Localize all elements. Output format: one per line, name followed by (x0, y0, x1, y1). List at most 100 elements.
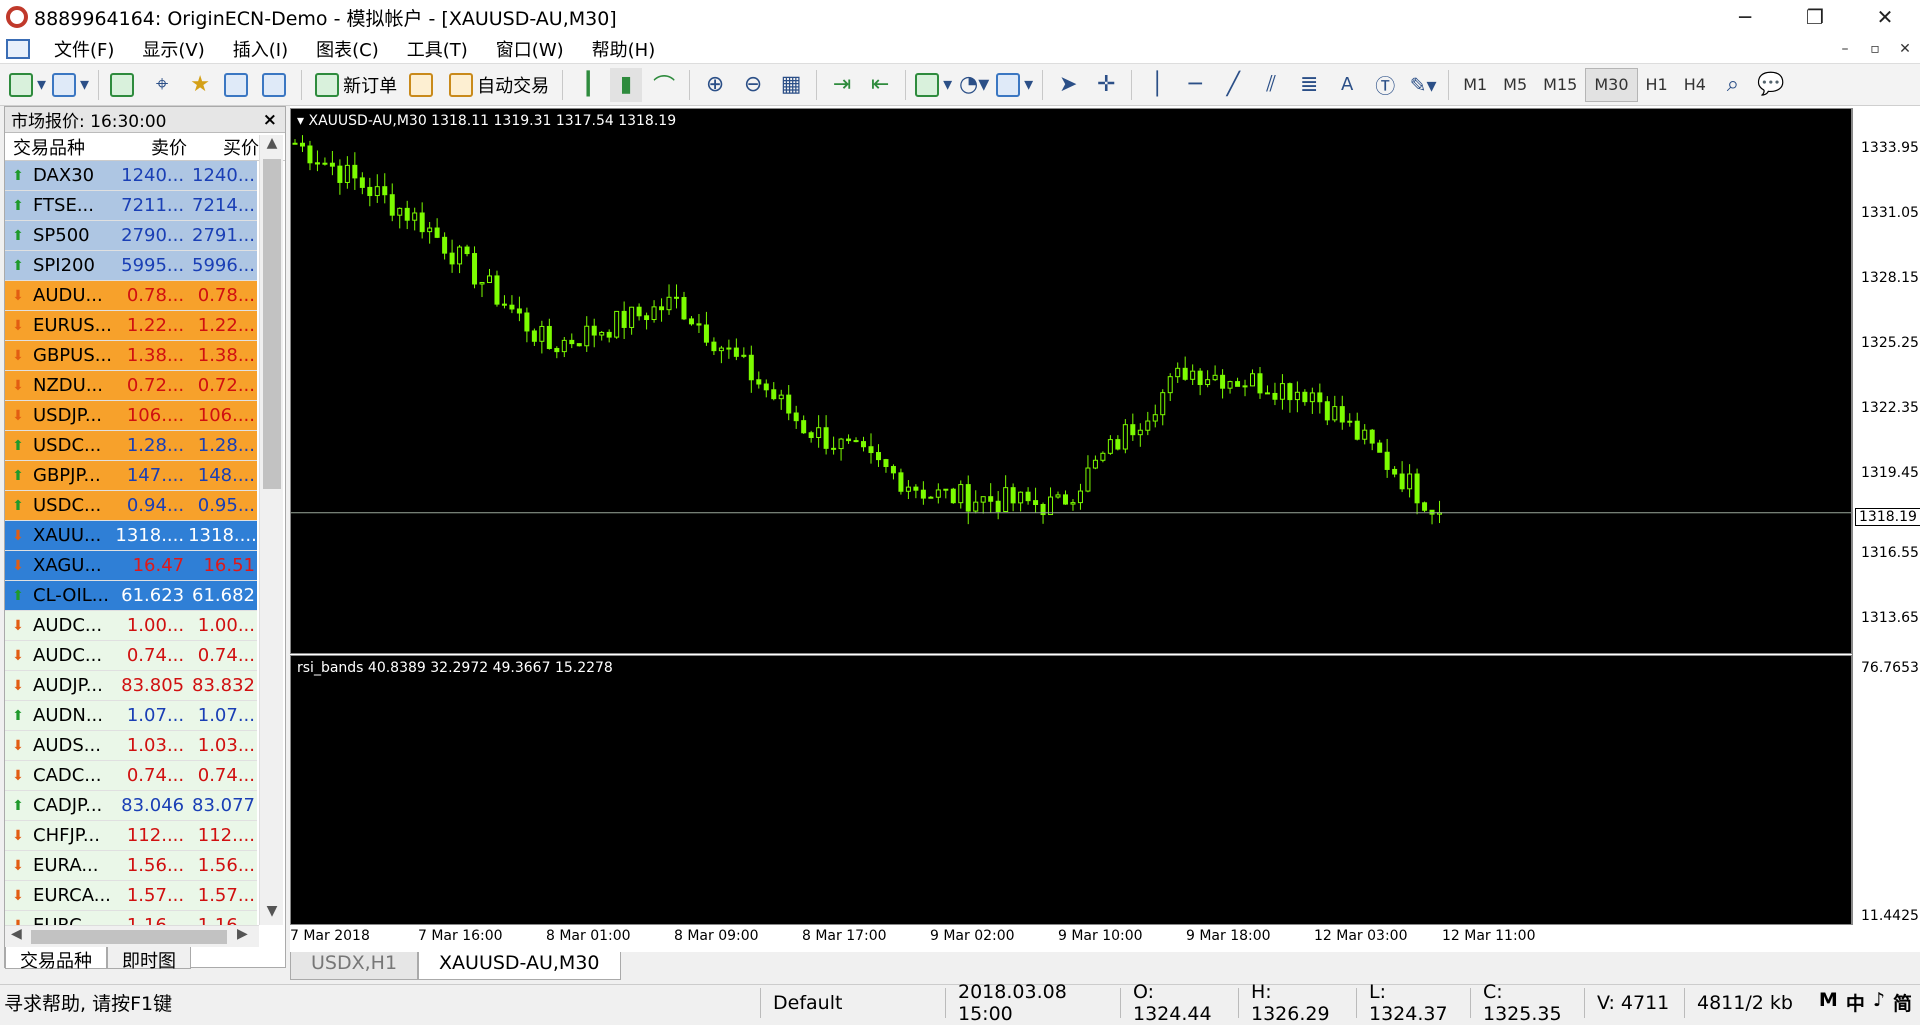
crosshair-button[interactable]: ✛ (1090, 68, 1122, 102)
list-item[interactable]: ⬆ GBPJP... 147.... 148.... (5, 461, 257, 491)
list-item[interactable]: ⬇ GBPUS... 1.38... 1.38... (5, 341, 257, 371)
scroll-left-icon[interactable]: ◀ (11, 926, 22, 942)
tab-xauusd-m30[interactable]: XAUUSD-AU,M30 (418, 952, 621, 980)
text-tool-button[interactable]: A (1331, 68, 1363, 102)
list-item[interactable]: ⬆ AUDN... 1.07... 1.07... (5, 701, 257, 731)
vertical-scrollbar[interactable]: ▲ ▼ (259, 135, 283, 925)
timeframe-m15[interactable]: M15 (1535, 68, 1585, 102)
templates-button[interactable]: ▾ (996, 68, 1033, 102)
list-item[interactable]: ⬇ AUDC... 1.00... 1.00... (5, 611, 257, 641)
child-close-icon[interactable]: ✕ (1890, 41, 1920, 57)
ime-chinese[interactable]: 中 (1846, 989, 1865, 1016)
scroll-thumb[interactable] (31, 930, 227, 944)
scroll-thumb[interactable] (263, 159, 281, 489)
price-scale[interactable]: 1333.95 1331.05 1328.15 1325.25 1322.35 … (1852, 108, 1920, 925)
periods-button[interactable]: ◔▾ (958, 68, 990, 102)
column-bid[interactable]: 卖价 (117, 134, 191, 160)
zoom-in-button[interactable]: ⊕ (699, 68, 731, 102)
list-item[interactable]: ⬇ AUDC... 0.74... 0.74... (5, 641, 257, 671)
new-chart-button[interactable]: ▾ (9, 68, 46, 102)
timeframe-m30[interactable]: M30 (1585, 67, 1638, 102)
cursor-button[interactable]: ➤ (1052, 68, 1084, 102)
arrows-button[interactable]: ✎▾ (1407, 68, 1439, 102)
ime-toolbar[interactable]: M 中 ♪ 简 (1819, 989, 1920, 1016)
list-item[interactable]: ⬇ AUDU... 0.78... 0.78... (5, 281, 257, 311)
horizontal-line-button[interactable]: ─ (1179, 68, 1211, 102)
restore-icon[interactable]: ❐ (1780, 0, 1850, 34)
list-item[interactable]: ⬆ CL-OIL... 61.623 61.682 (5, 581, 257, 611)
list-item[interactable]: ⬇ EURUS... 1.22... 1.22... (5, 311, 257, 341)
chart-shift-button[interactable]: ⇤ (864, 68, 896, 102)
list-item[interactable]: ⬇ EURC... 1.16...1.16... (5, 911, 257, 925)
line-chart-button[interactable]: ⌒ (648, 68, 680, 102)
metaeditor-button[interactable] (407, 68, 439, 102)
strategy-tester-button[interactable] (260, 68, 292, 102)
menu-insert[interactable]: 插入(I) (219, 36, 302, 62)
list-item[interactable]: ⬆ FTSE... 7211... 7214... (5, 191, 257, 221)
ime-mode[interactable]: M (1819, 989, 1838, 1016)
profiles-button[interactable]: ▾ (52, 68, 89, 102)
time-axis[interactable]: 7 Mar 2018 7 Mar 16:00 8 Mar 01:00 8 Mar… (290, 926, 1852, 948)
horizontal-scrollbar[interactable]: ◀ ▶ (5, 925, 259, 947)
tab-tick-chart[interactable]: 即时图 (107, 947, 191, 972)
list-item[interactable]: ⬆ SP500 2790... 2791... (5, 221, 257, 251)
autoscroll-button[interactable]: ⇥ (826, 68, 858, 102)
list-item[interactable]: ⬆ DAX30 1240... 1240... (5, 161, 257, 191)
scroll-down-icon[interactable]: ▼ (260, 903, 284, 925)
list-item[interactable]: ⬇ EURCA... 1.57... 1.57... (5, 881, 257, 911)
scroll-up-icon[interactable]: ▲ (260, 135, 284, 157)
list-item[interactable]: ⬇ AUDS... 1.03... 1.03... (5, 731, 257, 761)
list-item[interactable]: ⬆ USDC... 1.28... 1.28... (5, 431, 257, 461)
timeframe-h1[interactable]: H1 (1638, 68, 1676, 102)
column-symbol[interactable]: 交易品种 (5, 134, 117, 160)
chat-icon[interactable]: 💬 (1755, 68, 1787, 102)
tab-symbols[interactable]: 交易品种 (5, 947, 107, 972)
menu-tools[interactable]: 工具(T) (393, 36, 482, 62)
menu-charts[interactable]: 图表(C) (302, 36, 393, 62)
tab-usdx-h1[interactable]: USDX,H1 (290, 952, 419, 980)
zoom-out-button[interactable]: ⊖ (737, 68, 769, 102)
list-item[interactable]: ⬇ EURA... 1.56... 1.56... (5, 851, 257, 881)
list-item[interactable]: ⬇ XAGU... 16.47 16.51 (5, 551, 257, 581)
navigator-button[interactable]: ⌖ (146, 68, 178, 102)
list-item[interactable]: ⬇ CADC... 0.74... 0.74... (5, 761, 257, 791)
document-icon[interactable] (6, 38, 30, 59)
terminal-button[interactable] (222, 68, 254, 102)
close-icon[interactable]: × (263, 110, 277, 130)
menu-view[interactable]: 显示(V) (128, 36, 218, 62)
timeframe-h4[interactable]: H4 (1676, 68, 1714, 102)
menu-window[interactable]: 窗口(W) (482, 36, 578, 62)
menu-file[interactable]: 文件(F) (40, 36, 128, 62)
search-icon[interactable]: ⌕ (1717, 68, 1749, 102)
fibonacci-button[interactable]: ≣ (1293, 68, 1325, 102)
candlestick-button[interactable]: ▮ (610, 67, 643, 102)
menu-help[interactable]: 帮助(H) (578, 36, 670, 62)
ime-punct[interactable]: ♪ (1873, 989, 1885, 1016)
market-watch-button[interactable] (108, 68, 140, 102)
indicator-window[interactable]: rsi_bands 40.8389 32.2972 49.3667 15.227… (290, 655, 1852, 925)
list-item[interactable]: ⬆ SPI200 5995... 5996... (5, 251, 257, 281)
list-item[interactable]: ⬇ NZDU... 0.72... 0.72... (5, 371, 257, 401)
equidistant-channel-button[interactable]: ⫽ (1255, 68, 1287, 102)
tile-windows-button[interactable]: ▦ (775, 68, 807, 102)
text-label-button[interactable]: Ⓣ (1369, 68, 1401, 102)
list-item[interactable]: ⬆ CADJP... 83.046 83.077 (5, 791, 257, 821)
scroll-right-icon[interactable]: ▶ (237, 926, 248, 942)
child-restore-icon[interactable]: ▫ (1860, 41, 1890, 57)
price-chart[interactable]: ▾ XAUUSD-AU,M30 1318.11 1319.31 1317.54 … (290, 108, 1852, 654)
list-item[interactable]: ⬇ CHFJP... 112.... 112.... (5, 821, 257, 851)
list-item[interactable]: ⬇ XAUU... 1318.... 1318.... (5, 521, 257, 551)
indicators-button[interactable]: ▾ (915, 68, 952, 102)
auto-trading-button[interactable]: 自动交易 (445, 68, 553, 102)
ime-simplified[interactable]: 简 (1893, 989, 1912, 1016)
column-ask[interactable]: 买价 (191, 134, 261, 160)
new-order-button[interactable]: 新订单 (311, 68, 401, 102)
child-minimize-icon[interactable]: – (1830, 41, 1860, 57)
favorites-button[interactable]: ★ (184, 68, 216, 102)
timeframe-m1[interactable]: M1 (1455, 68, 1495, 102)
close-icon[interactable]: ✕ (1850, 0, 1920, 34)
list-item[interactable]: ⬆ USDC... 0.94... 0.95... (5, 491, 257, 521)
bar-chart-button[interactable]: ┃ (572, 68, 604, 102)
list-item[interactable]: ⬇ USDJP... 106.... 106.... (5, 401, 257, 431)
trendline-button[interactable]: ╱ (1217, 68, 1249, 102)
